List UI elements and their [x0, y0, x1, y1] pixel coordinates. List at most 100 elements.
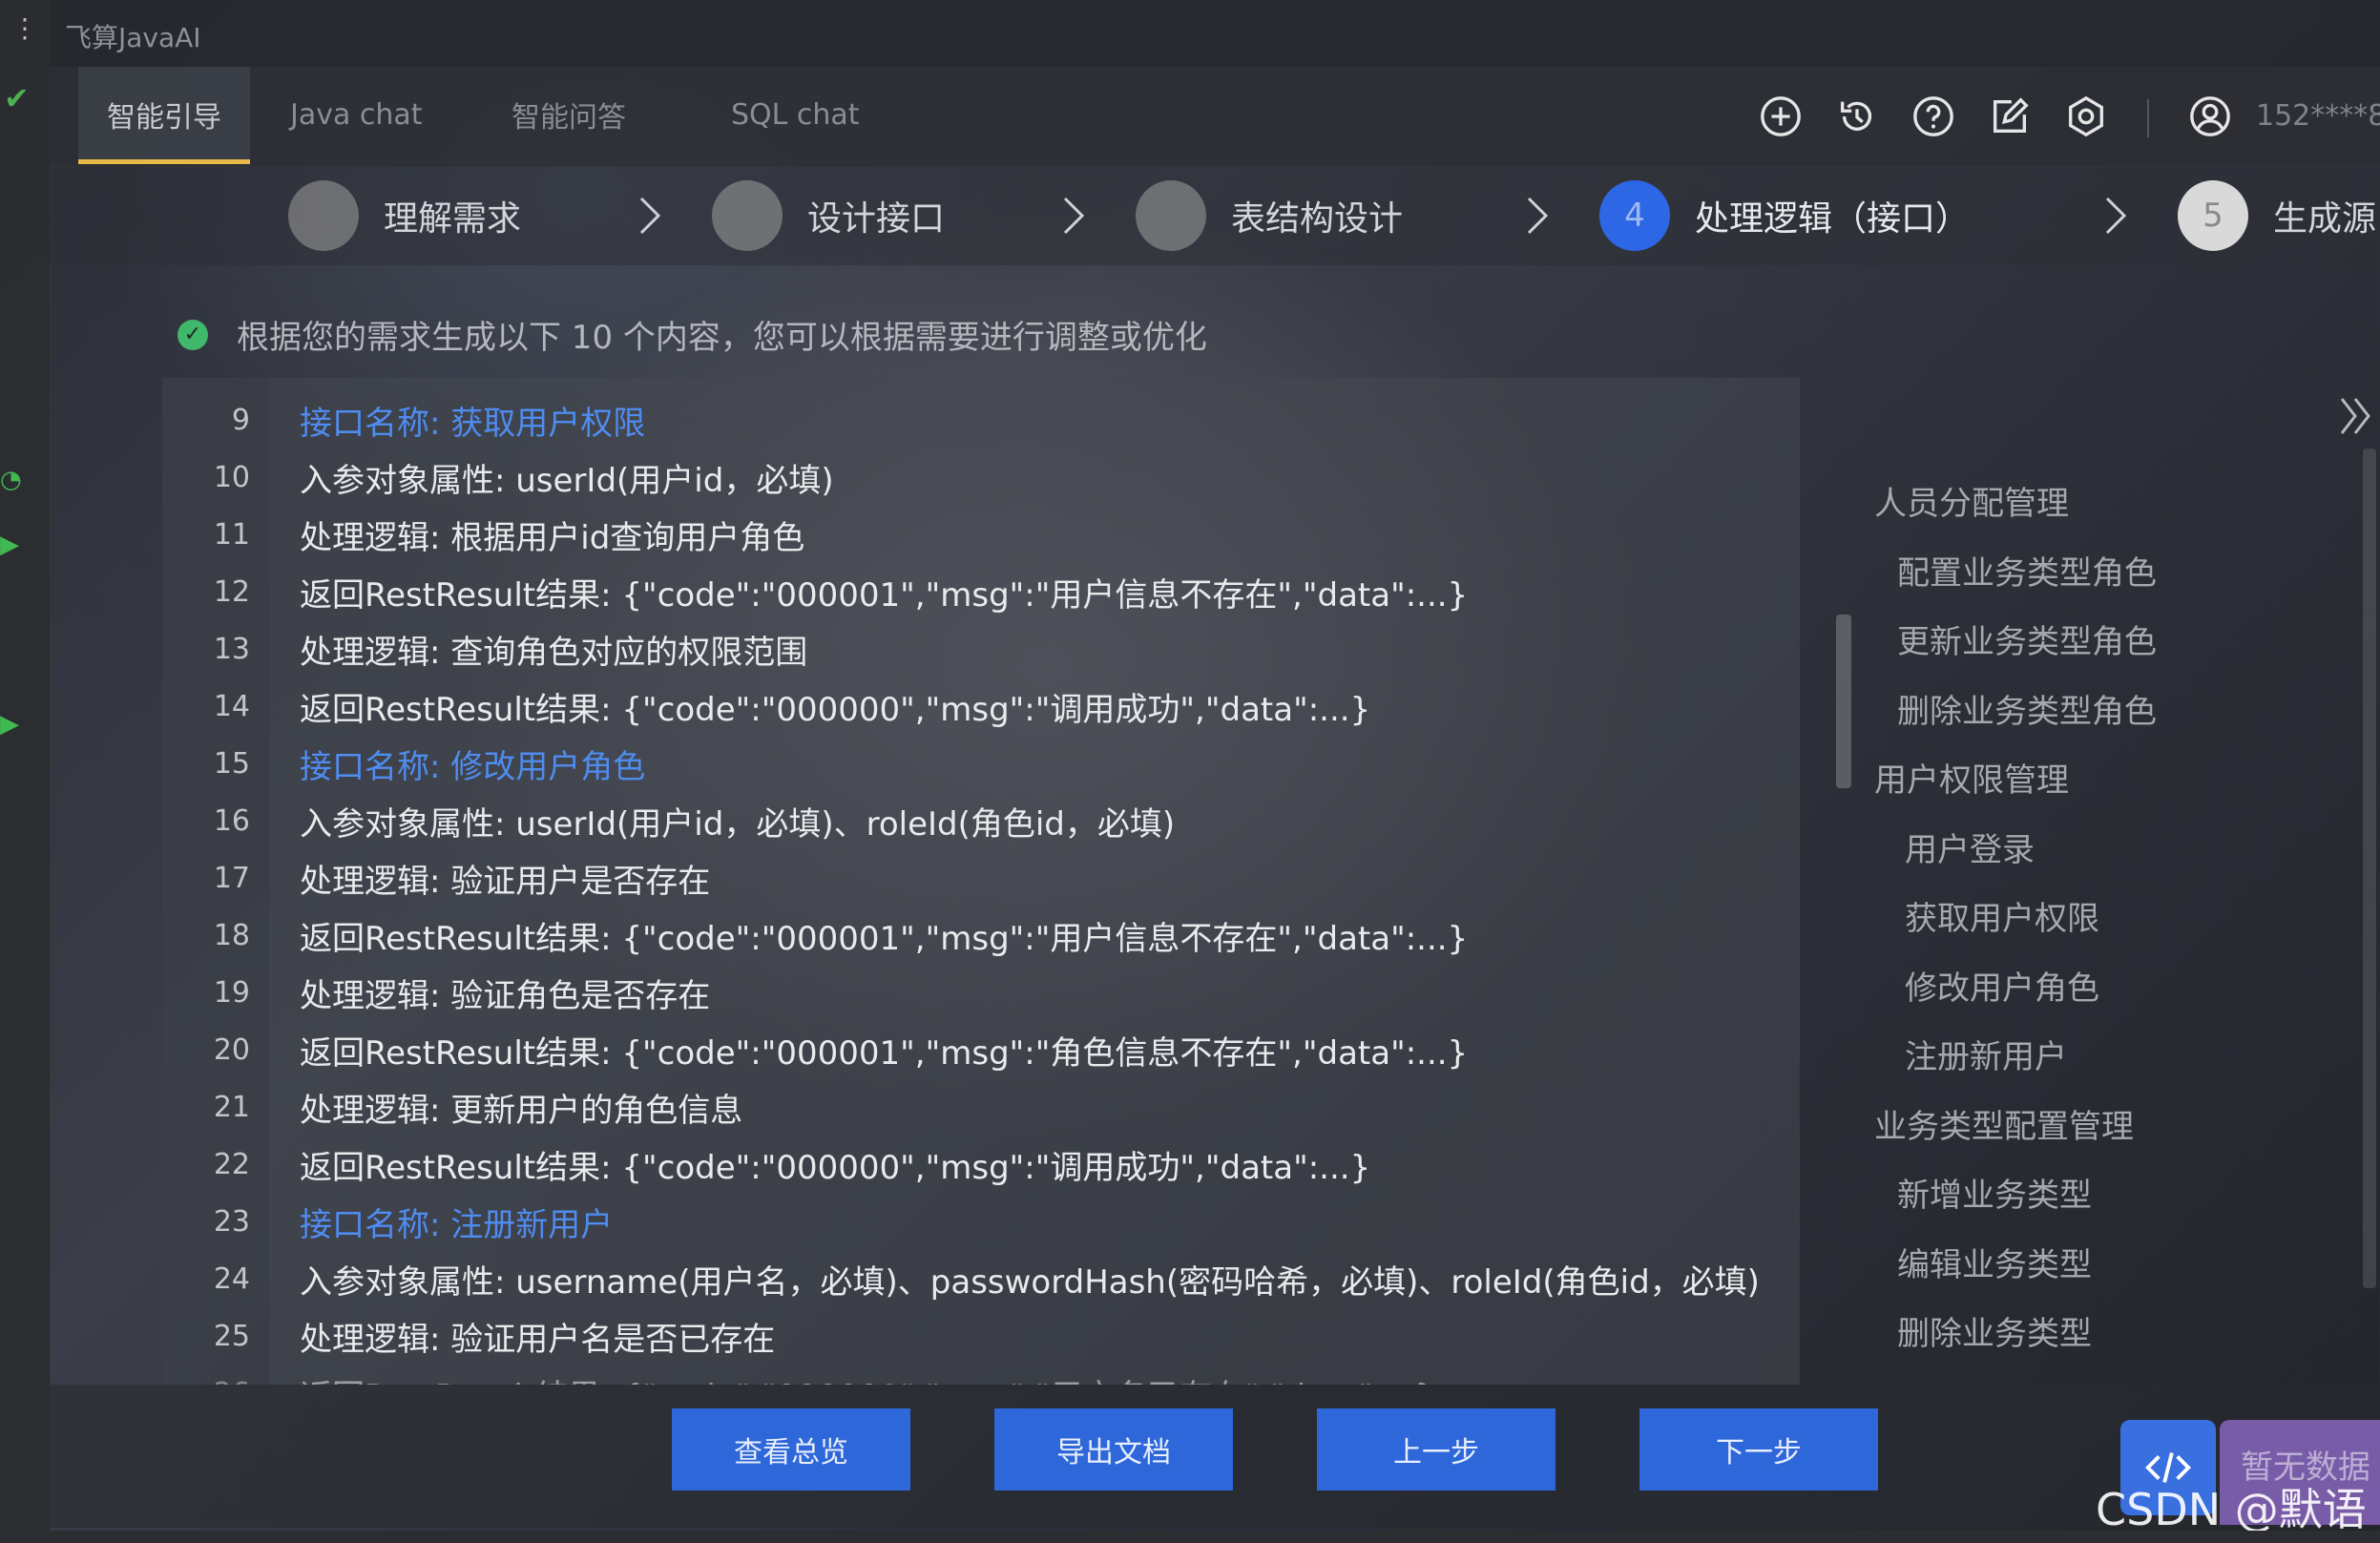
- code-text: 入参对象属性: username(用户名，必填)、passwordHash(密码…: [300, 1262, 1760, 1302]
- view-overview-button[interactable]: 查看总览: [672, 1408, 910, 1491]
- outline-item[interactable]: 注册新用户: [1905, 1031, 2067, 1077]
- tab-smart-qa[interactable]: 智能问答: [483, 67, 655, 162]
- line-number: 16: [213, 803, 250, 838]
- tab-java-chat[interactable]: Java chat: [261, 67, 451, 162]
- outline-item[interactable]: 用户登录: [1905, 824, 2035, 870]
- code-line[interactable]: 25 处理逻辑: 验证用户名是否已存在: [162, 1307, 1800, 1365]
- tab-sql-chat[interactable]: SQL chat: [702, 67, 888, 162]
- outline-group[interactable]: 业务类型配置管理: [1874, 1100, 2134, 1147]
- step-done-circle: [712, 180, 783, 251]
- code-line[interactable]: 9 接口名称: 获取用户权限: [162, 391, 1800, 448]
- line-number: 23: [213, 1204, 250, 1239]
- outline-item[interactable]: 修改用户角色: [1905, 962, 2099, 1009]
- history-icon[interactable]: [1834, 94, 1880, 139]
- line-number: 14: [213, 689, 250, 723]
- code-editor[interactable]: 9 接口名称: 获取用户权限 10 入参对象属性: userId(用户id，必填) 11…: [162, 378, 1800, 1385]
- outline-item[interactable]: 更新业务类型角色: [1897, 615, 2157, 662]
- line-number: 9: [231, 403, 250, 437]
- line-number: 26: [162, 1377, 250, 1386]
- code-line[interactable]: 19 处理逻辑: 验证角色是否存在: [162, 964, 1800, 1021]
- code-line[interactable]: 15 接口名称: 修改用户角色: [162, 735, 1800, 792]
- code-text: 处理逻辑: 查询角色对应的权限范围: [300, 633, 808, 672]
- code-line[interactable]: 17 处理逻辑: 验证用户是否存在: [162, 849, 1800, 907]
- code-line[interactable]: 23 接口名称: 注册新用户: [162, 1193, 1800, 1250]
- line-number: 19: [213, 975, 250, 1010]
- chevron-right-icon: [2105, 197, 2127, 235]
- step-generate-source[interactable]: 5 生成源: [2178, 179, 2376, 252]
- step-table-design[interactable]: 表结构设计: [1136, 179, 1403, 252]
- help-icon[interactable]: [1910, 94, 1956, 139]
- step-process-logic[interactable]: 4 处理逻辑（接口）: [1599, 179, 1970, 252]
- chevron-right-icon: [1063, 197, 1085, 235]
- next-step-button[interactable]: 下一步: [1639, 1408, 1878, 1491]
- step-done-circle: [1136, 180, 1206, 251]
- step-label: 表结构设计: [1231, 199, 1404, 239]
- run-arrow-icon-2[interactable]: ▶: [0, 710, 19, 739]
- line-number: 22: [213, 1147, 250, 1181]
- run-arrow-icon[interactable]: ▶: [0, 531, 19, 559]
- code-line[interactable]: 22 返回RestResult结果: {"code":"000000","msg"…: [162, 1136, 1800, 1193]
- app-title: 飞算JavaAI: [65, 22, 201, 53]
- line-number: 10: [213, 460, 250, 494]
- status-strip: [0, 1531, 2380, 1543]
- outline-scroll-indicator[interactable]: [1836, 615, 1851, 788]
- code-text: 返回RestResult结果: {"code":"000000","msg":"…: [300, 1148, 1371, 1187]
- add-icon[interactable]: [1758, 94, 1804, 139]
- code-text: 入参对象属性: userId(用户id，必填)、roleId(角色id，必填): [300, 804, 1176, 844]
- chevron-right-icon: [639, 197, 661, 235]
- code-text: 返回RestResult结果: {"code":"000001","msg":"…: [300, 1370, 1435, 1386]
- collapse-outline-icon[interactable]: [2336, 389, 2374, 443]
- code-line[interactable]: 18 返回RestResult结果: {"code":"000001","msg"…: [162, 907, 1800, 964]
- line-number: 18: [213, 918, 250, 952]
- outline-scrollbar[interactable]: [2363, 448, 2376, 1288]
- code-line[interactable]: 24 入参对象属性: username(用户名，必填)、passwordHash(…: [162, 1250, 1800, 1307]
- success-check-icon: ✓: [177, 319, 208, 350]
- step-label: 生成源: [2273, 199, 2377, 239]
- title-bar: 飞算JavaAI: [50, 0, 2380, 67]
- settings-icon[interactable]: [2063, 94, 2109, 139]
- code-line[interactable]: 26 返回RestResult结果: {"code":"000001","msg"…: [162, 1365, 1800, 1386]
- step-understand-requirements[interactable]: 理解需求: [288, 179, 521, 252]
- code-line[interactable]: 20 返回RestResult结果: {"code":"000001","msg"…: [162, 1021, 1800, 1078]
- api-name-line: 接口名称: 获取用户权限: [300, 404, 646, 443]
- code-line[interactable]: 14 返回RestResult结果: {"code":"000000","msg"…: [162, 678, 1800, 735]
- step-design-api[interactable]: 设计接口: [712, 179, 945, 252]
- code-text: 返回RestResult结果: {"code":"000001","msg":"…: [300, 919, 1469, 958]
- outline-item[interactable]: 新增业务类型: [1897, 1169, 2092, 1216]
- code-text: 返回RestResult结果: {"code":"000001","msg":"…: [300, 575, 1469, 615]
- code-text: 返回RestResult结果: {"code":"000001","msg":"…: [300, 1033, 1469, 1073]
- code-line[interactable]: 16 入参对象属性: userId(用户id，必填)、roleId(角色id，必填…: [162, 792, 1800, 849]
- notice-text: 根据您的需求生成以下 10 个内容，您可以根据需要进行调整或优化: [237, 319, 1207, 357]
- step-done-circle: [288, 180, 359, 251]
- user-id[interactable]: 152****82: [2256, 99, 2380, 133]
- previous-step-button[interactable]: 上一步: [1317, 1408, 1555, 1491]
- outline-item[interactable]: 获取用户权限: [1905, 892, 2099, 939]
- edit-icon[interactable]: [1987, 94, 2033, 139]
- tab-label: SQL chat: [731, 97, 860, 132]
- checkmark-icon: ✔: [4, 80, 30, 116]
- outline-item[interactable]: 删除业务类型: [1897, 1307, 2092, 1354]
- outline-item[interactable]: 配置业务类型角色: [1897, 547, 2157, 594]
- code-line[interactable]: 10 入参对象属性: userId(用户id，必填): [162, 448, 1800, 506]
- tab-smart-guide[interactable]: 智能引导: [78, 67, 250, 164]
- code-line[interactable]: 11 处理逻辑: 根据用户id查询用户角色: [162, 506, 1800, 563]
- line-number: 11: [213, 517, 250, 552]
- api-name-line: 接口名称: 注册新用户: [300, 1205, 614, 1244]
- outline-item[interactable]: 编辑业务类型: [1897, 1239, 2092, 1285]
- toolbar-divider: [2147, 99, 2149, 137]
- outline-item[interactable]: 删除业务类型角色: [1897, 685, 2157, 732]
- line-number: 24: [213, 1262, 250, 1296]
- more-options-icon[interactable]: ⋮: [11, 15, 38, 42]
- watermark: CSDN @默语: [2096, 1484, 2367, 1535]
- outline-group[interactable]: 用户权限管理: [1874, 754, 2069, 801]
- code-line[interactable]: 12 返回RestResult结果: {"code":"000001","msg"…: [162, 563, 1800, 620]
- code-line[interactable]: 13 处理逻辑: 查询角色对应的权限范围: [162, 620, 1800, 678]
- line-number: 17: [213, 861, 250, 895]
- ide-gutter: ⋮ ✔ ◔ ▶ ▶: [0, 0, 51, 1543]
- user-avatar-icon[interactable]: [2187, 94, 2233, 139]
- code-line[interactable]: 21 处理逻辑: 更新用户的角色信息: [162, 1078, 1800, 1136]
- tab-label: 智能问答: [511, 101, 626, 135]
- run-marker-icon[interactable]: ◔: [0, 466, 22, 494]
- export-document-button[interactable]: 导出文档: [994, 1408, 1233, 1491]
- outline-group[interactable]: 人员分配管理: [1874, 477, 2069, 524]
